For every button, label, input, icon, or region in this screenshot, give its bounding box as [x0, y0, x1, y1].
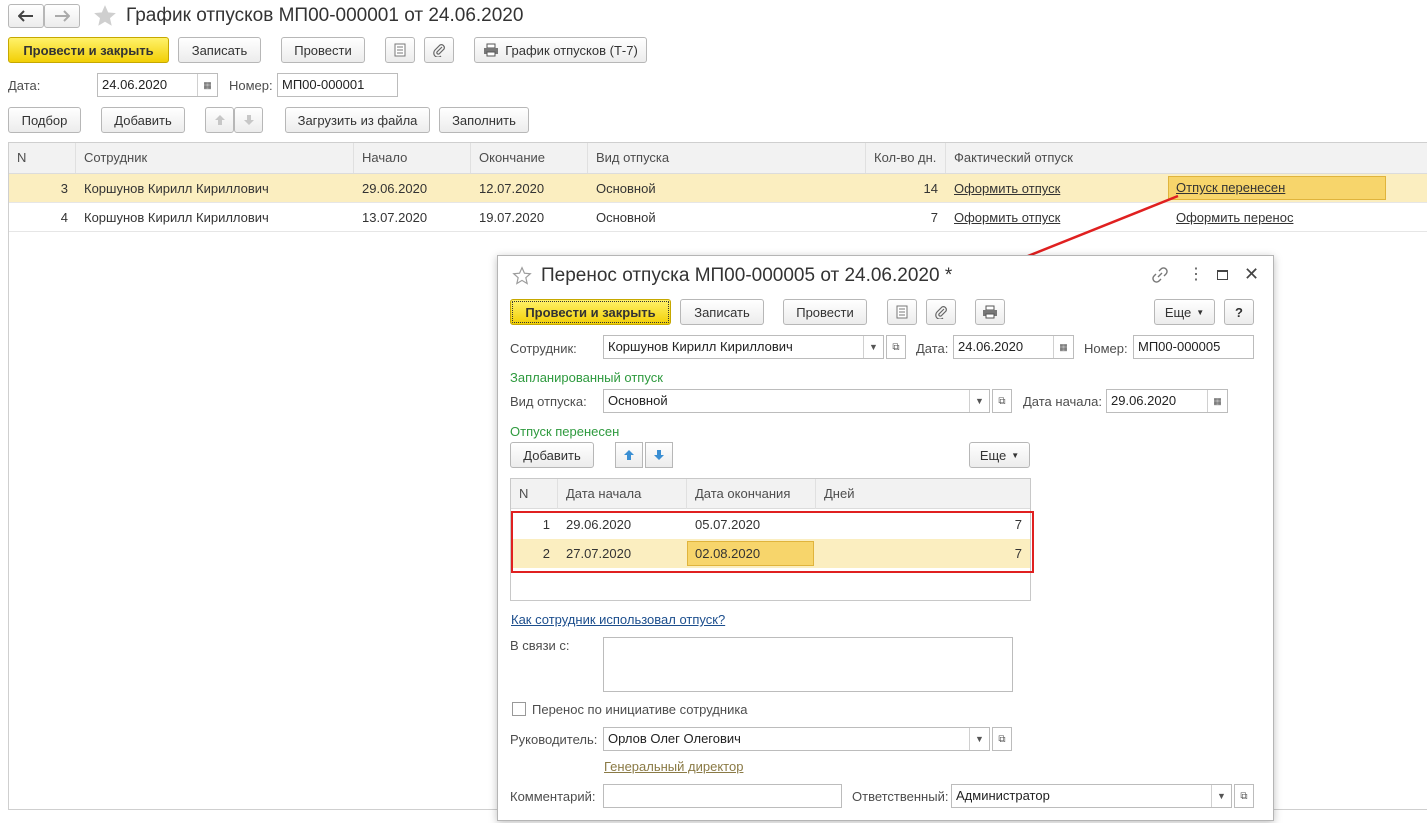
dialog-table-more-button[interactable]: Еще ▼ — [969, 442, 1030, 468]
dialog-document-list-button[interactable] — [887, 299, 917, 325]
arrow-down-icon — [654, 450, 664, 460]
col-days[interactable]: Дней — [816, 479, 1030, 509]
dialog-save-button[interactable]: Записать — [680, 299, 764, 325]
table-header: N Дата начала Дата окончания Дней — [511, 479, 1030, 509]
employee-field[interactable]: Коршунов Кирилл Кириллович ▼ — [603, 335, 884, 359]
reason-label: В связи с: — [510, 638, 570, 653]
calendar-icon[interactable]: ▦ — [1207, 390, 1227, 412]
open-manager-button[interactable]: ⧉ — [992, 727, 1012, 751]
chevron-down-icon: ▼ — [1011, 450, 1020, 460]
comment-field[interactable] — [603, 784, 842, 808]
dialog-star-icon[interactable] — [512, 266, 532, 289]
dialog-post-and-close-button[interactable]: Провести и закрыть — [510, 299, 671, 325]
dropdown-icon[interactable]: ▼ — [969, 390, 989, 412]
list-icon — [896, 305, 908, 319]
dialog-date-value: 24.06.2020 — [958, 339, 1024, 354]
dialog-print-button[interactable] — [975, 299, 1005, 325]
dialog-number-label: Номер: — [1084, 341, 1128, 356]
vacation-type-label: Вид отпуска: — [510, 394, 587, 409]
chevron-down-icon: ▼ — [1196, 307, 1205, 317]
responsible-label: Ответственный: — [852, 789, 949, 804]
dropdown-icon[interactable]: ▼ — [969, 728, 989, 750]
employee-label: Сотрудник: — [510, 341, 577, 356]
start-date-field[interactable]: 29.06.2020 ▦ — [1106, 389, 1228, 413]
open-vacation-type-button[interactable]: ⧉ — [992, 389, 1012, 413]
dialog-post-button[interactable]: Провести — [783, 299, 867, 325]
vacation-type-value: Основной — [608, 393, 668, 408]
dialog-date-field[interactable]: 24.06.2020 ▦ — [953, 335, 1074, 359]
dialog-number-value: МП00-000005 — [1138, 339, 1221, 354]
manager-field[interactable]: Орлов Олег Олегович ▼ — [603, 727, 990, 751]
dialog-attach-button[interactable] — [926, 299, 956, 325]
maximize-icon[interactable] — [1217, 270, 1228, 280]
vacation-moved-header: Отпуск перенесен — [510, 424, 620, 439]
manager-value: Орлов Олег Олегович — [608, 731, 741, 746]
open-employee-button[interactable]: ⧉ — [886, 335, 906, 359]
calendar-icon[interactable]: ▦ — [1053, 336, 1073, 358]
dialog-number-field[interactable]: МП00-000005 — [1133, 335, 1254, 359]
dialog-title: Перенос отпуска МП00-000005 от 24.06.202… — [541, 265, 953, 286]
col-start-date[interactable]: Дата начала — [558, 479, 687, 509]
manager-position-link[interactable]: Генеральный директор — [604, 759, 743, 774]
dialog-date-label: Дата: — [916, 341, 949, 356]
manager-label: Руководитель: — [510, 732, 598, 747]
link-icon[interactable] — [1151, 266, 1169, 287]
dialog-add-button[interactable]: Добавить — [510, 442, 594, 468]
open-responsible-button[interactable]: ⧉ — [1234, 784, 1254, 808]
start-date-label: Дата начала: — [1023, 394, 1102, 409]
more-label: Еще — [979, 447, 1007, 463]
responsible-field[interactable]: Администратор ▼ — [951, 784, 1232, 808]
dialog-move-up-button[interactable] — [615, 442, 643, 468]
dropdown-icon[interactable]: ▼ — [1211, 785, 1231, 807]
planned-vacation-header: Запланированный отпуск — [510, 370, 663, 385]
initiative-checkbox[interactable] — [512, 702, 526, 716]
help-button[interactable]: ? — [1224, 299, 1254, 325]
employee-value: Коршунов Кирилл Кириллович — [608, 339, 793, 354]
paperclip-icon — [935, 306, 947, 319]
dropdown-icon[interactable]: ▼ — [863, 336, 883, 358]
comment-label: Комментарий: — [510, 789, 596, 804]
col-n[interactable]: N — [511, 479, 558, 509]
responsible-value: Администратор — [956, 788, 1050, 803]
col-end-date[interactable]: Дата окончания — [687, 479, 816, 509]
printer-icon — [983, 305, 997, 319]
more-label: Еще — [1164, 304, 1192, 320]
vacation-usage-link[interactable]: Как сотрудник использовал отпуск? — [511, 612, 725, 627]
reason-textarea[interactable] — [603, 637, 1013, 692]
start-date-value: 29.06.2020 — [1111, 393, 1177, 408]
initiative-label[interactable]: Перенос по инициативе сотрудника — [532, 702, 748, 717]
transfer-dialog: Перенос отпуска МП00-000005 от 24.06.202… — [497, 255, 1274, 821]
vacation-type-field[interactable]: Основной ▼ — [603, 389, 990, 413]
arrow-up-icon — [624, 450, 634, 460]
more-actions-icon[interactable]: ⋮ — [1188, 266, 1204, 284]
dialog-more-button[interactable]: Еще ▼ — [1154, 299, 1215, 325]
annotation-highlight-box — [511, 511, 1034, 573]
dialog-move-down-button[interactable] — [645, 442, 673, 468]
close-icon[interactable]: ✕ — [1244, 264, 1259, 284]
